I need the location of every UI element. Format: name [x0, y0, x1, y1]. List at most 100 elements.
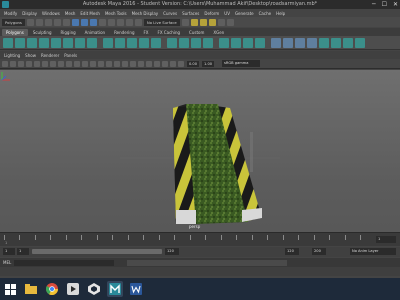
image-plane-icon[interactable] — [18, 60, 24, 67]
shelf-tab-polygons[interactable]: Polygons — [2, 28, 28, 36]
anim-layer-select[interactable]: No Anim Layer — [350, 248, 396, 255]
wireframe-icon[interactable] — [74, 60, 80, 67]
menu-windows[interactable]: Windows — [42, 11, 60, 16]
viewport-persp[interactable]: persp — [0, 70, 400, 232]
multi-cut-icon[interactable] — [219, 37, 229, 48]
wireframe-on-shaded-icon[interactable] — [90, 60, 96, 67]
snap-point-icon[interactable] — [116, 18, 124, 26]
combine-icon[interactable] — [103, 37, 113, 48]
snap-curve-icon[interactable] — [107, 18, 115, 26]
ambient-occlusion-icon[interactable] — [122, 60, 128, 67]
poly-cone-icon[interactable] — [39, 37, 49, 48]
bevel-icon[interactable] — [191, 37, 201, 48]
snap-grid-icon[interactable] — [98, 18, 106, 26]
quad-draw-icon[interactable] — [255, 37, 265, 48]
poly-torus-icon[interactable] — [51, 37, 61, 48]
platonic-solid-icon[interactable] — [87, 37, 97, 48]
shelf-tab-rendering[interactable]: Rendering — [110, 29, 138, 36]
menu-cache[interactable]: Cache — [259, 11, 271, 16]
panel-menu-panels[interactable]: Panels — [64, 53, 77, 58]
grid-icon[interactable] — [26, 60, 32, 67]
unity-icon[interactable] — [86, 281, 102, 297]
command-input[interactable] — [14, 259, 115, 266]
snap-view-icon[interactable] — [125, 18, 133, 26]
range-start-field[interactable]: 1 — [3, 248, 15, 255]
resolution-gate-icon[interactable] — [42, 60, 48, 67]
connect-icon[interactable] — [243, 37, 253, 48]
menu-set-select[interactable]: Polygons — [2, 18, 25, 26]
smooth-icon[interactable] — [127, 37, 137, 48]
maximize-icon[interactable]: ☐ — [382, 0, 387, 9]
poly-cube-icon[interactable] — [15, 37, 25, 48]
uv-editor-icon[interactable] — [295, 37, 305, 48]
menu-uv[interactable]: UV — [224, 11, 230, 16]
extrude-icon[interactable] — [167, 37, 177, 48]
render-view-icon[interactable] — [190, 18, 198, 26]
mirror-icon[interactable] — [151, 37, 161, 48]
menu-surfaces[interactable]: Surfaces — [182, 11, 199, 16]
snap-surface-icon[interactable] — [134, 18, 142, 26]
maya-icon[interactable] — [107, 281, 123, 297]
field-chart-icon[interactable] — [58, 60, 64, 67]
current-frame-field[interactable]: 1 — [376, 236, 396, 243]
poly-cylinder-icon[interactable] — [27, 37, 37, 48]
range-bar[interactable] — [32, 249, 162, 254]
isolate-select-icon[interactable] — [154, 60, 160, 67]
poly-plane-icon[interactable] — [63, 37, 73, 48]
separate-icon[interactable] — [115, 37, 125, 48]
hypershade-icon[interactable] — [226, 18, 234, 26]
shelf-tab-xgen[interactable]: XGen — [209, 29, 228, 36]
lights-icon[interactable] — [106, 60, 112, 67]
menu-curves[interactable]: Curves — [163, 11, 177, 16]
menu-modify[interactable]: Modify — [4, 11, 17, 16]
reverse-normals-icon[interactable] — [343, 37, 353, 48]
select-hierarchy-icon[interactable] — [71, 18, 79, 26]
soft-edge-icon[interactable] — [319, 37, 329, 48]
exposure-field[interactable]: 0.00 — [187, 60, 200, 67]
save-scene-icon[interactable] — [44, 18, 52, 26]
time-slider[interactable]: 1 1 — [0, 232, 400, 246]
open-scene-icon[interactable] — [35, 18, 43, 26]
range-inner-start-field[interactable]: 1 — [17, 248, 29, 255]
depth-of-field-icon[interactable] — [146, 60, 152, 67]
command-language-label[interactable]: MEL — [3, 260, 11, 265]
motion-blur-icon[interactable] — [130, 60, 136, 67]
windows-logo-icon[interactable] — [2, 281, 18, 297]
xray-components-icon[interactable] — [178, 60, 184, 67]
shelf-tab-sculpting[interactable]: Sculpting — [29, 29, 56, 36]
panel-menu-show[interactable]: Show — [25, 53, 36, 58]
append-icon[interactable] — [203, 37, 213, 48]
shelf-tab-fx[interactable]: FX — [140, 29, 153, 36]
range-max-field[interactable]: 200 — [312, 248, 326, 255]
panel-menu-lighting[interactable]: Lighting — [4, 53, 20, 58]
menu-mesh[interactable]: Mesh — [65, 11, 76, 16]
render-frame-icon[interactable] — [199, 18, 207, 26]
shadows-icon[interactable] — [114, 60, 120, 67]
safe-action-icon[interactable] — [66, 60, 72, 67]
ipr-render-icon[interactable] — [208, 18, 216, 26]
explorer-icon[interactable] — [23, 281, 39, 297]
uv-auto-icon[interactable] — [283, 37, 293, 48]
word-icon[interactable] — [128, 281, 144, 297]
menu-mesh-display[interactable]: Mesh Display — [132, 11, 159, 16]
history-icon[interactable] — [181, 18, 189, 26]
close-icon[interactable]: ✕ — [393, 0, 398, 9]
shelf-tab-fx-caching[interactable]: FX Caching — [154, 29, 184, 36]
menu-help[interactable]: Help — [276, 11, 285, 16]
shelf-tab-animation[interactable]: Animation — [81, 29, 109, 36]
poly-disc-icon[interactable] — [75, 37, 85, 48]
gate-mask-icon[interactable] — [50, 60, 56, 67]
live-surface-field[interactable]: No Live Surface — [143, 18, 180, 26]
gamma-field[interactable]: 1.00 — [202, 60, 215, 67]
select-component-icon[interactable] — [89, 18, 97, 26]
xray-icon[interactable] — [162, 60, 168, 67]
film-gate-icon[interactable] — [34, 60, 40, 67]
anti-aliasing-icon[interactable] — [138, 60, 144, 67]
select-object-icon[interactable] — [80, 18, 88, 26]
minimize-icon[interactable]: ─ — [372, 0, 376, 9]
undo-icon[interactable] — [53, 18, 61, 26]
cleanup-icon[interactable] — [355, 37, 365, 48]
media-icon[interactable] — [65, 281, 81, 297]
render-settings-icon[interactable] — [217, 18, 225, 26]
panel-menu-renderer[interactable]: Renderer — [41, 53, 59, 58]
